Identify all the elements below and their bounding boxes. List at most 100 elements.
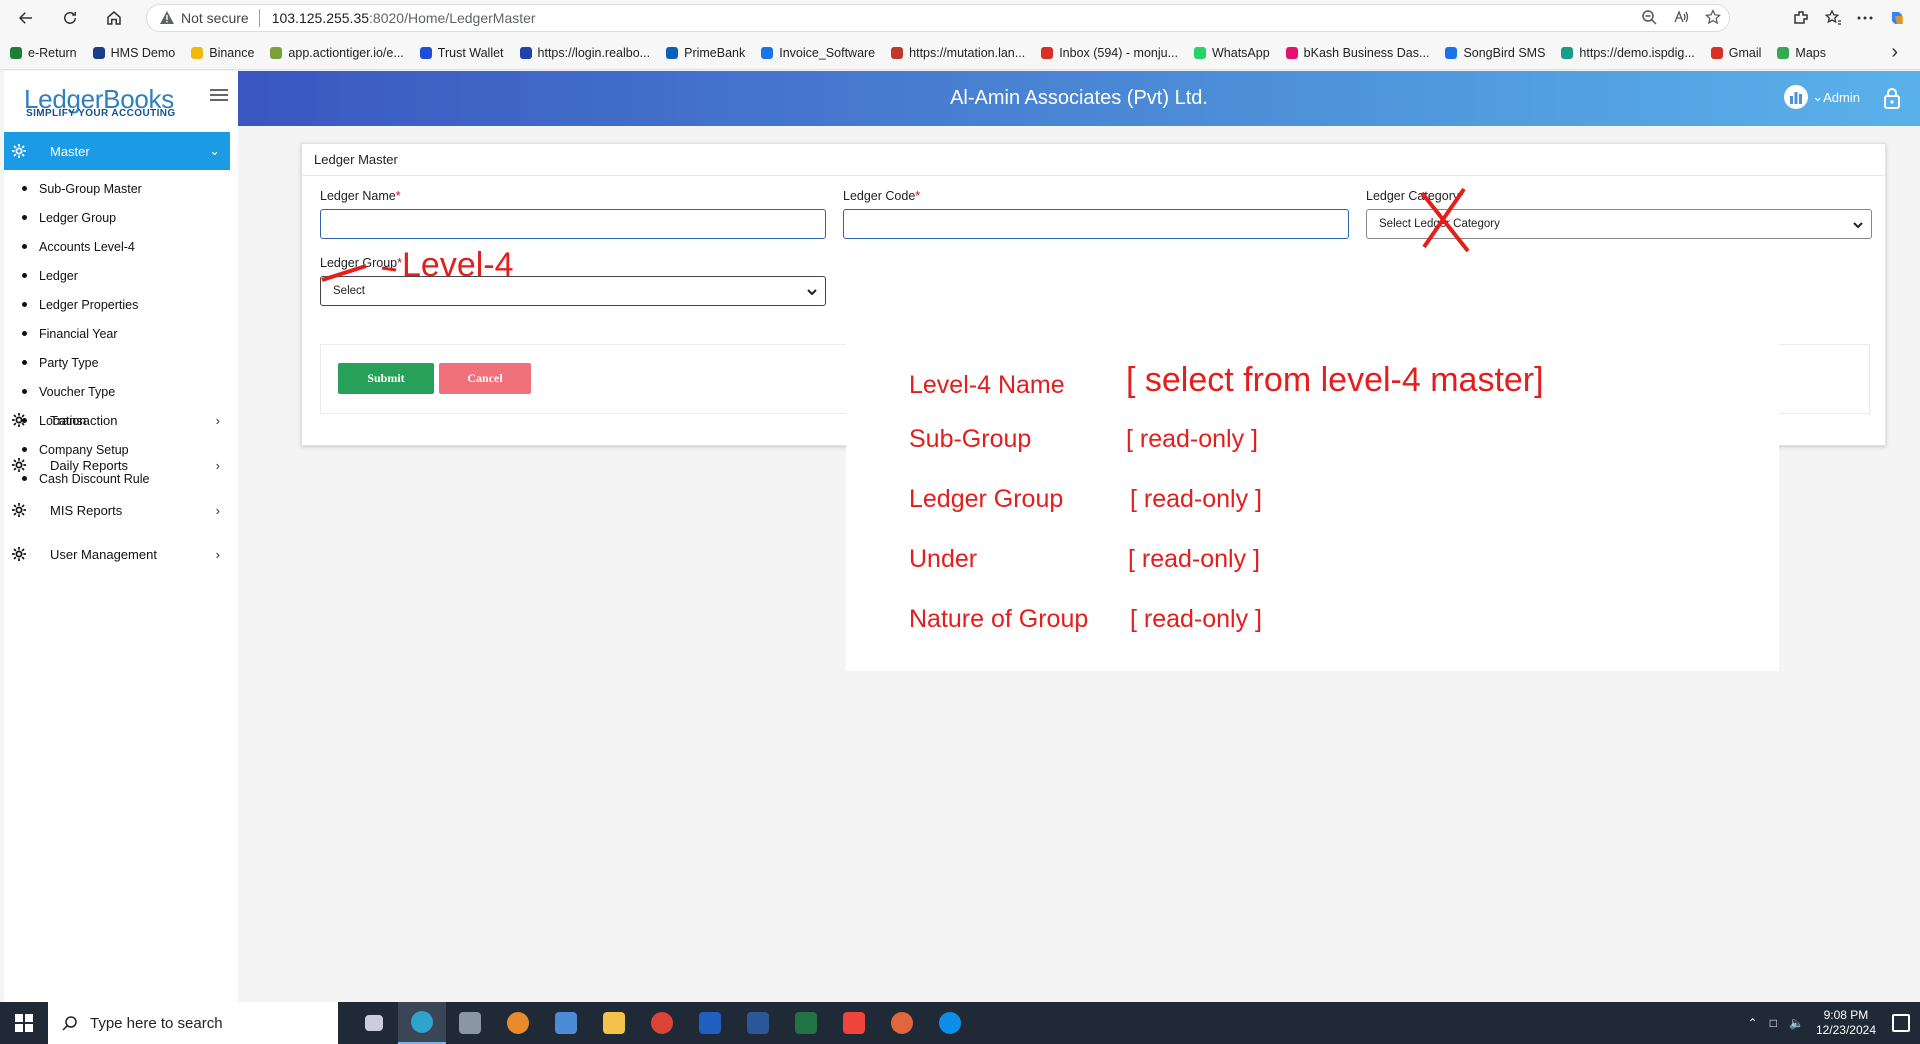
ledger-name-label: Ledger Name*: [320, 189, 401, 203]
lock-icon[interactable]: [1882, 87, 1902, 109]
submenu-item-label: Financial Year: [39, 326, 118, 341]
url-path: :8020/Home/LedgerMaster: [369, 10, 536, 26]
top-header: Al-Amin Associates (Pvt) Ltd. ⌄ Admin: [238, 71, 1920, 126]
bookmark-item[interactable]: https://login.realbo...: [519, 46, 650, 60]
read-aloud-icon[interactable]: [1673, 9, 1689, 25]
sidebar-menu-item[interactable]: Transaction ›: [4, 398, 230, 442]
sidebar-menu-item[interactable]: User Management ›: [4, 532, 230, 576]
bookmark-favicon-icon: [1445, 46, 1458, 59]
menu-master[interactable]: Master ⌄: [4, 132, 230, 170]
favorite-star-icon[interactable]: [1705, 9, 1721, 25]
bookmark-favicon-icon: [1285, 46, 1298, 59]
address-separator: [258, 9, 260, 27]
gear-icon: [12, 503, 26, 517]
bookmark-item[interactable]: app.actiontiger.io/e...: [270, 45, 404, 60]
bookmark-item[interactable]: e-Return: [10, 46, 77, 60]
windows-start-icon[interactable]: [0, 1002, 48, 1044]
more-menu-icon[interactable]: [1856, 9, 1874, 27]
bullet-icon: [22, 302, 27, 307]
bookmark-item[interactable]: HMS Demo: [92, 46, 175, 60]
hamburger-menu-icon[interactable]: [210, 89, 228, 103]
chrome-icon[interactable]: [638, 1002, 686, 1044]
bookmark-item[interactable]: SongBird SMS: [1445, 46, 1545, 60]
bookmark-item[interactable]: WhatsApp: [1194, 46, 1270, 60]
bookmark-item[interactable]: https://mutation.lan...: [891, 46, 1025, 60]
clock[interactable]: 9:08 PM 12/23/2024: [1816, 1008, 1876, 1038]
level4-annotation: Level-4: [402, 246, 514, 284]
bookmark-favicon-icon: [419, 46, 432, 59]
submenu-item[interactable]: Ledger Properties: [22, 290, 149, 319]
menu-master-label: Master: [50, 143, 90, 159]
bookmark-item[interactable]: Invoice_Software: [761, 46, 875, 60]
back-icon[interactable]: [8, 0, 44, 36]
outlook-icon[interactable]: [686, 1002, 734, 1044]
bookmark-favicon-icon: [92, 46, 105, 59]
bookmark-label: app.actiontiger.io/e...: [288, 45, 404, 60]
gear-icon: [12, 413, 26, 427]
network-icon[interactable]: □: [1770, 1016, 1777, 1030]
cancel-button[interactable]: Cancel: [439, 363, 531, 394]
bookmark-item[interactable]: Binance: [191, 46, 254, 60]
bookmark-label: Maps: [1795, 45, 1826, 60]
calculator-icon[interactable]: [542, 1002, 590, 1044]
reload-icon[interactable]: [52, 0, 88, 36]
annotation-field-name: Under: [909, 545, 978, 573]
bookmark-item[interactable]: Gmail: [1710, 46, 1761, 60]
bookmark-item[interactable]: Inbox (594) - monju...: [1041, 46, 1178, 60]
task-view-icon[interactable]: [350, 1002, 398, 1044]
submenu-item[interactable]: Accounts Level-4: [22, 232, 149, 261]
edge-browser-icon[interactable]: [398, 1002, 446, 1044]
bullet-icon: [22, 244, 27, 249]
bookmark-item[interactable]: https://demo.ispdig...: [1561, 46, 1695, 60]
submenu-item[interactable]: Party Type: [22, 348, 149, 377]
file-manager-icon[interactable]: [446, 1002, 494, 1044]
extensions-icon[interactable]: [1792, 9, 1810, 27]
volume-icon[interactable]: 🔈: [1789, 1016, 1804, 1030]
bookmark-label: Inbox (594) - monju...: [1059, 45, 1178, 60]
anydesk-icon[interactable]: [830, 1002, 878, 1044]
submenu-item-label: Voucher Type: [39, 384, 116, 399]
ledger-name-input[interactable]: [320, 209, 826, 239]
bookmark-item[interactable]: Trust Wallet: [419, 45, 504, 60]
favorites-icon[interactable]: [1824, 9, 1842, 27]
company-name: Al-Amin Associates (Pvt) Ltd.: [950, 87, 1208, 109]
copilot-app-icon[interactable]: [494, 1002, 542, 1044]
chevron-down-icon: [807, 289, 817, 296]
submenu-item-label: Ledger Properties: [39, 297, 139, 312]
submenu-item[interactable]: Ledger Group: [22, 203, 149, 232]
chevron-down-icon: ⌄: [209, 143, 220, 158]
submenu-item[interactable]: Sub-Group Master: [22, 174, 149, 203]
system-tray: ⌃ □ 🔈 9:08 PM 12/23/2024: [1748, 1002, 1876, 1044]
submit-button[interactable]: Submit: [338, 363, 434, 394]
copilot-icon[interactable]: [1888, 9, 1906, 27]
ledger-code-input[interactable]: [843, 209, 1349, 239]
tray-chevron-icon[interactable]: ⌃: [1748, 1016, 1758, 1030]
zoom-icon[interactable]: [1641, 9, 1657, 25]
bullet-icon: [22, 186, 27, 191]
annotation-field-value: [ read-only ]: [1128, 545, 1261, 573]
sidebar-menu-item[interactable]: Daily Reports ›: [4, 443, 230, 487]
bookmark-item[interactable]: Maps: [1777, 46, 1826, 60]
bookmark-favicon-icon: [1041, 46, 1054, 59]
taskbar-search[interactable]: Type here to search: [48, 1002, 338, 1044]
chevron-right-icon: ›: [215, 502, 220, 518]
teamviewer-icon[interactable]: [926, 1002, 974, 1044]
folder-icon[interactable]: [590, 1002, 638, 1044]
home-icon[interactable]: [96, 0, 132, 36]
bookmarks-overflow-icon[interactable]: ›: [1891, 41, 1898, 64]
submenu-item-label: Sub-Group Master: [39, 181, 142, 196]
user-menu[interactable]: ⌄ Admin: [1784, 85, 1860, 109]
address-bar[interactable]: Not secure 103.125.255.35:8020/Home/Ledg…: [146, 4, 1730, 32]
bookmark-label: Trust Wallet: [437, 45, 504, 60]
sidebar-menu-item[interactable]: MIS Reports ›: [4, 488, 230, 532]
bookmark-item[interactable]: bKash Business Das...: [1285, 46, 1429, 60]
notification-icon[interactable]: [1892, 1014, 1910, 1032]
annotation-field-value: [ read-only ]: [1130, 485, 1263, 513]
bookmark-item[interactable]: PrimeBank: [666, 46, 745, 60]
excel-icon[interactable]: [782, 1002, 830, 1044]
submenu-item[interactable]: Financial Year: [22, 319, 149, 348]
word-icon[interactable]: [734, 1002, 782, 1044]
submenu-item[interactable]: Ledger: [22, 261, 149, 290]
annotation-overlay: Level-4 Name [ select from level-4 master…: [846, 336, 1779, 671]
chrome-profile-icon[interactable]: [878, 1002, 926, 1044]
